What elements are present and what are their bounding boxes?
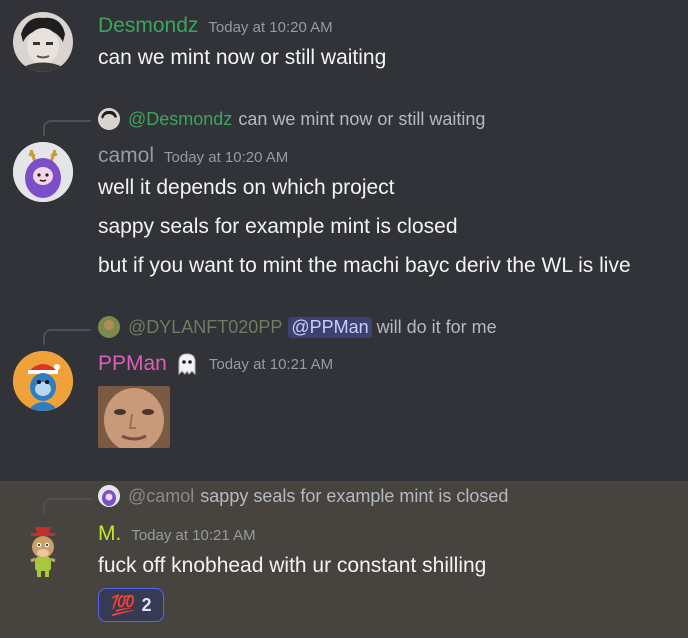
avatar[interactable] [13,12,73,72]
avatar[interactable] [13,142,73,202]
timestamp: Today at 10:21 AM [208,355,334,373]
author-name[interactable]: M. [98,522,121,546]
message-text: well it depends on which project [98,176,395,199]
reaction-count: 2 [141,594,152,615]
reply-preview[interactable]: @Desmondz can we mint now or still waiti… [98,108,485,130]
reply-author[interactable]: @Desmondz [128,109,232,130]
author-name[interactable]: camol [98,144,154,168]
ghost-emoji-icon [175,352,199,376]
reply-avatar [98,108,120,130]
reply-avatar [98,485,120,507]
reply-spine [43,120,91,136]
reply-spine [43,329,91,345]
message-text: can we mint now or still waiting [98,46,387,69]
author-name[interactable]: Desmondz [98,14,198,38]
image-attachment[interactable] [98,386,170,448]
reply-preview[interactable]: @DYLANFT020PP @PPMan will do it for me [98,316,497,338]
reply-preview[interactable]: @camol sappy seals for example mint is c… [98,485,508,507]
reply-author[interactable]: @DYLANFT020PP [128,317,282,338]
reply-author[interactable]: @camol [128,486,194,507]
100-emoji-icon: 💯 [110,594,136,617]
avatar[interactable] [13,519,73,579]
reply-text: can we mint now or still waiting [238,108,486,129]
reply-text: will do it for me [376,316,497,337]
timestamp: Today at 10:20 AM [164,149,289,166]
avatar[interactable] [13,351,73,411]
reply-text: sappy seals for example mint is closed [200,485,509,506]
reaction-100[interactable]: 💯 2 [98,588,164,622]
message-text: sappy seals for example mint is closed [98,215,458,238]
message-text: fuck off knobhead with ur constant shill… [98,554,487,577]
message-text: but if you want to mint the machi bayc d… [98,254,631,277]
timestamp: Today at 10:21 AM [131,527,256,544]
author-name[interactable]: PPMan [98,352,167,376]
reply-avatar [98,316,120,338]
mention[interactable]: @PPMan [288,316,372,338]
reply-spine [43,498,91,514]
timestamp: Today at 10:20 AM [208,19,333,36]
